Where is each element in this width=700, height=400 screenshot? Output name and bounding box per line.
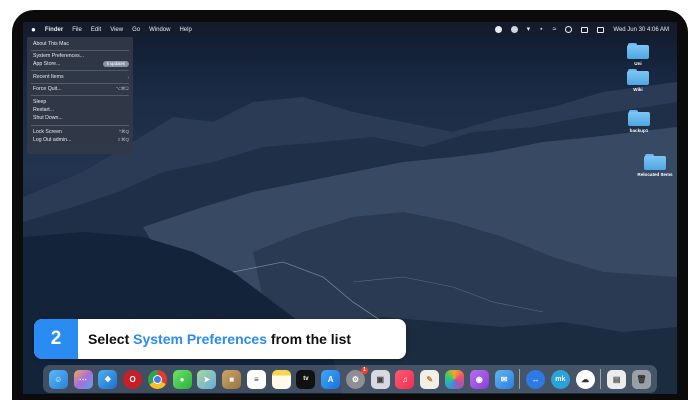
menu-item-lock-screen[interactable]: Lock Screen ^⌘Q bbox=[33, 128, 129, 136]
notification-badge: 1 bbox=[360, 366, 368, 374]
menu-item-shut-down[interactable]: Shut Down... bbox=[33, 114, 129, 122]
chevron-right-icon: › bbox=[127, 74, 130, 80]
menu-item-sleep[interactable]: Sleep bbox=[33, 98, 129, 106]
menu-go[interactable]: Go bbox=[132, 27, 140, 33]
step-highlight: System Preferences bbox=[133, 331, 268, 347]
system-preferences-icon[interactable]: ⚙ 1 bbox=[345, 366, 368, 389]
step-caption: 2 Select System Preferences from the lis… bbox=[34, 319, 406, 359]
creative-cloud-icon[interactable] bbox=[510, 26, 518, 33]
updates-badge: 5 updates bbox=[102, 61, 129, 67]
desktop-folder-uni[interactable]: Uni bbox=[618, 43, 658, 66]
messages-icon[interactable]: ● bbox=[172, 369, 192, 389]
menu-finder[interactable]: Finder bbox=[45, 27, 63, 33]
mk-app-icon[interactable]: mk bbox=[550, 369, 570, 389]
podcasts-icon[interactable]: ◉ bbox=[469, 369, 489, 389]
menu-item-about[interactable]: About This Mac bbox=[33, 40, 129, 48]
opera-icon[interactable]: O bbox=[123, 369, 143, 389]
dock-divider bbox=[519, 369, 521, 389]
volume-icon[interactable]: ▾ bbox=[527, 26, 531, 33]
folder-icon bbox=[628, 110, 650, 126]
step-number: 2 bbox=[34, 319, 78, 359]
maps-icon[interactable]: ➤ bbox=[197, 369, 217, 389]
bluetooth-icon[interactable]: ⋆ bbox=[539, 26, 543, 33]
textedit-icon[interactable]: ✎ bbox=[420, 369, 440, 389]
menu-divider bbox=[31, 50, 129, 51]
folder-icon bbox=[627, 69, 649, 85]
reminders-icon[interactable]: ≡ bbox=[246, 369, 266, 389]
menu-divider bbox=[31, 70, 129, 71]
menu-item-restart[interactable]: Restart... bbox=[33, 106, 129, 114]
desktop-folder-backup1[interactable]: backup1 bbox=[619, 110, 659, 133]
mail-icon[interactable]: ✉ bbox=[494, 369, 514, 389]
menu-item-force-quit[interactable]: Force Quit... ⌥⌘⎋ bbox=[33, 85, 129, 93]
tv-icon[interactable]: tv bbox=[296, 369, 316, 389]
time-machine-icon[interactable] bbox=[565, 26, 573, 33]
menu-item-system-preferences[interactable]: System Preferences... bbox=[33, 52, 129, 60]
finder-icon[interactable]: ☺ bbox=[48, 369, 68, 389]
app-store-icon[interactable]: A bbox=[321, 369, 341, 389]
step-text: Select System Preferences from the list bbox=[88, 331, 352, 347]
menu-help[interactable]: Help bbox=[179, 27, 191, 33]
folder-icon bbox=[644, 154, 666, 170]
teamviewer-icon[interactable]: ↔ bbox=[526, 369, 546, 389]
menu-divider bbox=[31, 95, 129, 96]
music-icon[interactable]: ♫ bbox=[395, 369, 415, 389]
menu-divider bbox=[31, 83, 129, 84]
launchpad-icon[interactable]: ⋯ bbox=[73, 369, 93, 389]
menu-edit[interactable]: Edit bbox=[91, 27, 101, 33]
apple-menu-dropdown: About This Mac System Preferences... App… bbox=[27, 37, 133, 154]
apple-icon[interactable]: ● bbox=[31, 25, 36, 34]
dock: ☺ ⋯ ❖ O ● ➤ ■ ≡ tv A ⚙ 1 ▣ ♫ ✎ ◉ ✉ ↔ mk ☁… bbox=[43, 365, 657, 393]
battery-icon[interactable] bbox=[581, 26, 589, 33]
cloud-app-icon[interactable]: ☁ bbox=[575, 369, 595, 389]
folder-icon bbox=[627, 43, 649, 59]
contacts-icon[interactable]: ■ bbox=[222, 369, 242, 389]
menu-item-log-out[interactable]: Log Out admin... ⇧⌘Q bbox=[33, 136, 129, 144]
menu-bar: ● Finder File Edit View Go Window Help ▾… bbox=[23, 22, 677, 37]
menu-clock[interactable]: Wed Jun 30 4:06 AM bbox=[613, 27, 669, 33]
safari-icon[interactable]: ❖ bbox=[98, 369, 118, 389]
wifi-icon[interactable]: ≈ bbox=[553, 26, 557, 33]
menu-file[interactable]: File bbox=[72, 27, 82, 33]
chrome-icon[interactable] bbox=[147, 369, 167, 389]
menu-view[interactable]: View bbox=[110, 27, 123, 33]
downloads-stack-icon[interactable]: ▤ bbox=[607, 369, 627, 389]
status-icon[interactable] bbox=[494, 26, 502, 33]
photos-icon[interactable] bbox=[445, 369, 465, 389]
trash-icon[interactable]: 🗑 bbox=[631, 369, 651, 389]
desktop-folder-wiki[interactable]: Wiki bbox=[618, 69, 658, 92]
menu-window[interactable]: Window bbox=[149, 27, 170, 33]
desktop-folder-relocated-items[interactable]: Relocated Items bbox=[633, 154, 677, 177]
dock-divider bbox=[600, 369, 602, 389]
menu-item-recent-items[interactable]: Recent Items › bbox=[33, 73, 129, 81]
notes-icon[interactable] bbox=[271, 369, 291, 389]
menu-item-app-store[interactable]: App Store... 5 updates bbox=[33, 60, 129, 68]
preview-icon[interactable]: ▣ bbox=[370, 369, 390, 389]
user-icon[interactable] bbox=[597, 26, 605, 33]
menu-divider bbox=[31, 125, 129, 126]
